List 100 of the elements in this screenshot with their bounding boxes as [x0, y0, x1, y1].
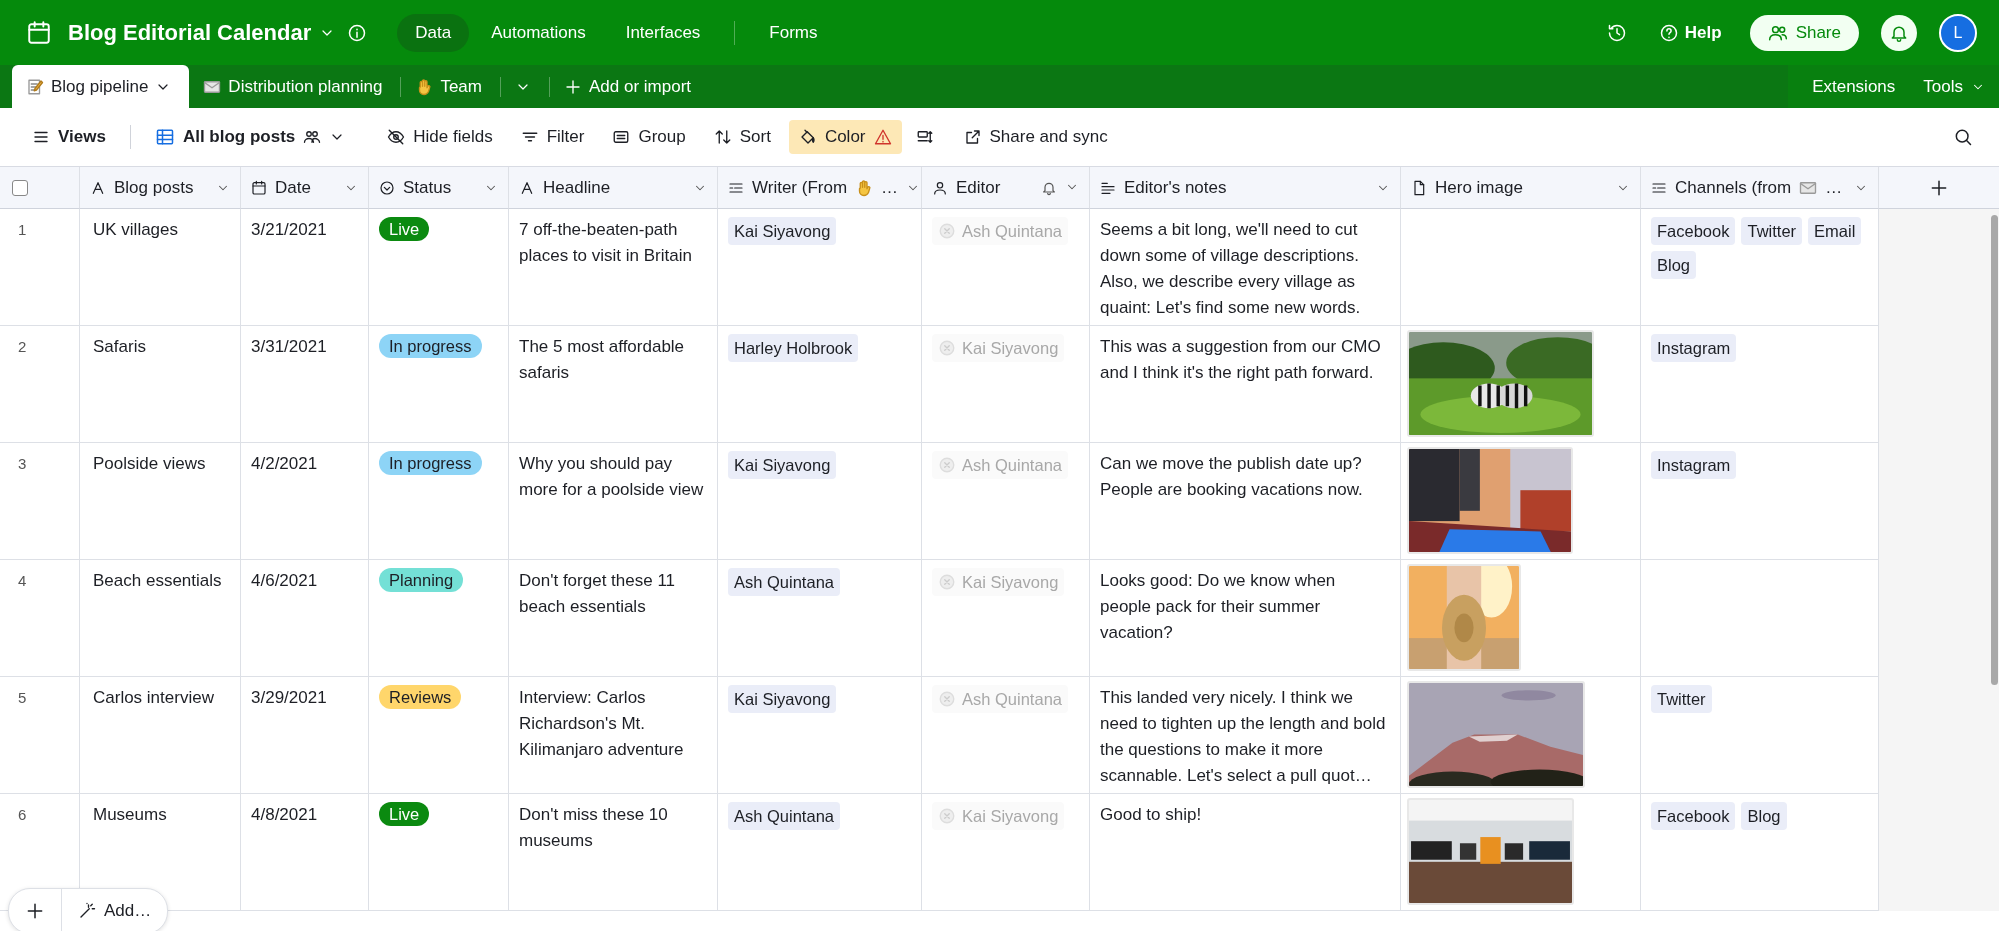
channel-tag: Twitter — [1651, 685, 1712, 713]
status-tag: Live — [379, 217, 430, 241]
help-icon — [1658, 22, 1679, 43]
table-cell: Can we move the publish date up? People are booking vacations now. — [1100, 454, 1363, 499]
select-all-checkbox[interactable] — [12, 179, 28, 196]
editor-tag: Ash Quintana — [932, 685, 1068, 713]
channel-tag: Blog — [1651, 251, 1697, 279]
nav-tab[interactable]: Interfaces — [607, 13, 719, 52]
toolbar-button[interactable]: Sort — [703, 120, 781, 154]
table-cell: 4/2/2021 — [251, 454, 318, 473]
writer-tag: Ash Quintana — [728, 802, 840, 830]
channel-tag: Instagram — [1651, 334, 1737, 362]
table-cell: Looks good: Do we know when people pack for their summer vacation? — [1100, 571, 1336, 642]
table-cell: This landed very nicely. I think we need to tighten up the length and bold the questions to make it more scannable. Let's select a pull quot… — [1100, 688, 1386, 785]
column-header[interactable]: Status — [369, 167, 509, 209]
tools-button[interactable]: Tools — [1909, 76, 1999, 97]
writer-tag: Kai Siyavong — [728, 451, 837, 479]
toolbar-button[interactable]: Filter — [510, 120, 595, 154]
remove-icon — [938, 807, 956, 825]
channel-tag: Email — [1808, 217, 1862, 245]
user-icon — [932, 179, 948, 196]
table-cell: Interview: Carlos Richardson's Mt. Kilimanjaro adventure — [519, 688, 684, 759]
table-tab[interactable]: Blog pipeline — [12, 65, 190, 108]
channel-tag: Instagram — [1651, 451, 1737, 479]
writer-tag: Kai Siyavong — [728, 217, 837, 245]
extensions-button[interactable]: Extensions — [1798, 76, 1910, 97]
table-cell: This was a suggestion from our CMO and I think it's the right path forward. — [1100, 337, 1381, 382]
column-header[interactable]: Editor — [922, 167, 1090, 209]
remove-icon — [938, 573, 956, 591]
history-icon — [1606, 22, 1627, 43]
table-cell: Why you should pay more for a poolside view — [519, 454, 704, 499]
toolbar-button[interactable]: Group — [602, 120, 696, 154]
warning-icon — [873, 128, 892, 146]
plus-icon — [25, 901, 45, 921]
status-icon — [379, 179, 395, 196]
table-tab[interactable]: Distribution planning — [189, 65, 401, 108]
remove-icon — [938, 690, 956, 708]
channel-tag: Blog — [1741, 802, 1787, 830]
add-field-button[interactable] — [1879, 167, 1999, 209]
column-header[interactable]: Blog posts — [80, 167, 241, 209]
share-sync-button[interactable]: Share and sync — [953, 120, 1118, 154]
column-header[interactable]: Hero image — [1401, 167, 1641, 209]
table-cell: 4/8/2021 — [251, 805, 318, 824]
add-button[interactable]: Add… — [62, 889, 168, 931]
table-cell: Good to ship! — [1100, 805, 1202, 824]
row-number: 6 — [18, 806, 27, 823]
text-field-icon — [90, 179, 106, 196]
row-number: 4 — [18, 572, 27, 589]
writer-tag: Kai Siyavong — [728, 685, 837, 713]
row-number: 3 — [18, 455, 27, 472]
toolbar-button[interactable]: Hide fields — [377, 120, 503, 154]
editor-tag: Kai Siyavong — [932, 334, 1065, 362]
column-header[interactable]: Editor's notes — [1090, 167, 1401, 209]
row-number: 2 — [18, 338, 27, 355]
writer-tag: Harley Holbrook — [728, 334, 859, 362]
calendar-icon — [26, 19, 52, 46]
help-button[interactable]: Help — [1652, 21, 1728, 44]
status-tag: Reviews — [379, 685, 462, 709]
view-switcher[interactable]: All blog posts — [144, 120, 356, 154]
row-height-icon — [915, 128, 934, 146]
channel-tag: Facebook — [1651, 802, 1736, 830]
writer-tag: Ash Quintana — [728, 568, 840, 596]
toolbar-button[interactable]: Color — [788, 120, 902, 154]
column-header[interactable]: Channels (from … — [1641, 167, 1879, 209]
notifications-button[interactable] — [1881, 14, 1917, 51]
column-header[interactable]: Writer (From … — [718, 167, 922, 209]
table-cell: UK villages — [93, 220, 179, 239]
nav-tab[interactable]: Forms — [751, 13, 836, 52]
channel-tag: Twitter — [1741, 217, 1803, 245]
table-cell: Beach essentials — [93, 571, 222, 590]
column-header[interactable]: Headline — [509, 167, 718, 209]
base-title: Blog Editorial Calendar — [68, 19, 312, 46]
table-cell: Seems a bit long, we'll need to cut down some of village descriptions. Also, we describe every village as quaint: Let's find some new words. — [1100, 220, 1361, 317]
add-table-button[interactable]: Add or import — [550, 65, 710, 108]
row-number: 1 — [18, 221, 27, 238]
nav-tab[interactable]: Data — [397, 13, 470, 52]
info-icon — [347, 22, 368, 43]
table-cell: Don't forget these 11 beach essentials — [519, 571, 676, 616]
share-button[interactable]: Share — [1749, 14, 1859, 51]
table-tab[interactable]: Team — [401, 65, 500, 108]
external-link-icon — [963, 128, 982, 146]
nav-tab[interactable]: Automations — [473, 13, 604, 52]
sort-icon — [713, 128, 732, 146]
text-field-icon — [519, 179, 535, 196]
row-number: 5 — [18, 689, 27, 706]
remove-icon — [938, 222, 956, 240]
table-cell: Don't miss these 10 museums — [519, 805, 668, 850]
scrollbar[interactable] — [1991, 215, 1998, 685]
group-icon — [612, 128, 631, 146]
document-icon — [1411, 179, 1427, 196]
table-cell: 3/21/2021 — [251, 220, 327, 239]
empty-cell[interactable] — [1401, 209, 1641, 326]
table-cell: Poolside views — [93, 454, 206, 473]
status-tag: Live — [379, 802, 430, 826]
search-icon — [1953, 127, 1973, 147]
user-avatar[interactable]: L — [1939, 13, 1977, 52]
status-tag: In progress — [379, 451, 482, 475]
column-header[interactable]: Date — [241, 167, 369, 209]
table-cell: Safaris — [93, 337, 146, 356]
views-button[interactable]: Views — [22, 120, 116, 154]
